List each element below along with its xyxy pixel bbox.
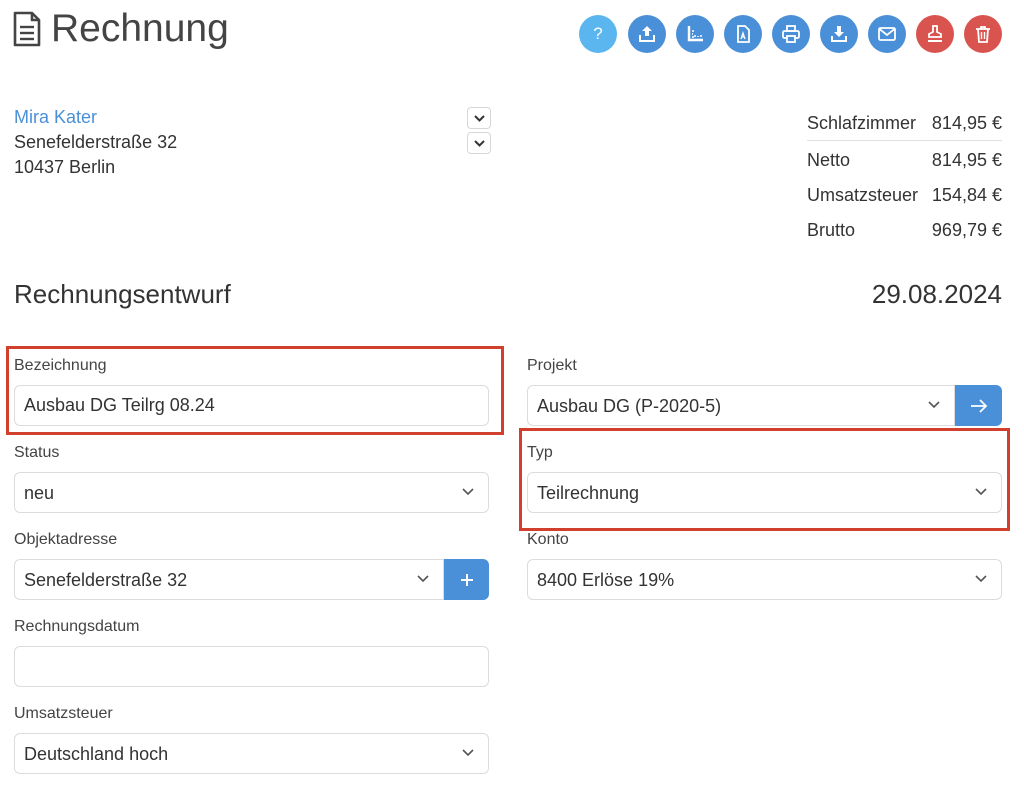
chevron-down-icon (473, 114, 485, 122)
chevron-down-icon (473, 139, 485, 147)
measure-button[interactable] (676, 15, 714, 53)
rechnungsdatum-label: Rechnungsdatum (14, 618, 140, 635)
trash-icon (976, 26, 990, 43)
pdf-icon (737, 25, 750, 43)
bezeichnung-input[interactable] (14, 385, 489, 426)
status-value: neu (24, 483, 55, 503)
chevron-down-icon (975, 488, 987, 496)
email-icon (878, 27, 896, 41)
total-label: Netto (807, 150, 851, 170)
typ-value: Teilrechnung (537, 483, 640, 503)
konto-value: 8400 Erlöse 19% (537, 570, 675, 590)
umsatzsteuer-label: Umsatzsteuer (14, 705, 113, 722)
document-icon (13, 11, 41, 47)
print-button[interactable] (772, 15, 810, 53)
status-select[interactable]: neu (14, 472, 489, 513)
upload-icon (639, 26, 655, 42)
total-value: 814,95 € (931, 150, 1002, 170)
page-title: Rechnung (51, 7, 229, 50)
projekt-value: Ausbau DG (P-2020-5) (537, 396, 722, 416)
totals-divider (807, 140, 1002, 141)
total-value: 814,95 € (931, 113, 1002, 133)
total-value: 969,79 € (931, 220, 1002, 240)
chevron-down-icon (417, 575, 429, 583)
bezeichnung-label: Bezeichnung (14, 357, 107, 374)
customer-city: 10437 Berlin (14, 157, 116, 177)
chevron-down-icon (462, 488, 474, 496)
address-dropdown-button[interactable] (467, 132, 491, 154)
objektadresse-select[interactable]: Senefelderstraße 32 (14, 559, 444, 600)
customer-dropdown-button[interactable] (467, 107, 491, 129)
status-label: Status (14, 444, 60, 461)
total-row-umsatzsteuer: Umsatzsteuer 154,84 € (807, 177, 1002, 212)
total-row-schlafzimmer: Schlafzimmer 814,95 € (807, 105, 1002, 140)
umsatzsteuer-value: Deutschland hoch (24, 744, 169, 764)
question-icon: ? (593, 24, 603, 43)
help-button[interactable]: ? (579, 15, 617, 53)
objektadresse-label: Objektadresse (14, 531, 118, 548)
total-label: Schlafzimmer (807, 113, 917, 133)
projekt-label: Projekt (527, 357, 577, 374)
document-date: 29.08.2024 (871, 279, 1002, 309)
total-label: Umsatzsteuer (807, 185, 919, 205)
arrow-right-icon (970, 398, 987, 413)
total-value: 154,84 € (931, 185, 1002, 205)
add-address-button[interactable] (444, 559, 489, 600)
email-button[interactable] (868, 15, 906, 53)
umsatzsteuer-select[interactable]: Deutschland hoch (14, 733, 489, 774)
total-row-brutto: Brutto 969,79 € (807, 212, 1002, 247)
document-status-title: Rechnungsentwurf (14, 279, 231, 309)
konto-select[interactable]: 8400 Erlöse 19% (527, 559, 1002, 600)
rechnungsdatum-input[interactable] (14, 646, 489, 687)
total-label: Brutto (807, 220, 856, 240)
total-row-netto: Netto 814,95 € (807, 142, 1002, 177)
customer-name-link[interactable]: Mira Kater (14, 107, 97, 128)
stamp-icon (928, 25, 942, 42)
download-button[interactable] (820, 15, 858, 53)
pdf-button[interactable] (724, 15, 762, 53)
customer-street: Senefelderstraße 32 (14, 132, 178, 152)
ruler-icon (687, 26, 703, 42)
chevron-down-icon (975, 575, 987, 583)
stamp-button[interactable] (916, 15, 954, 53)
typ-select[interactable]: Teilrechnung (527, 472, 1002, 513)
konto-label: Konto (527, 531, 569, 548)
download-icon (831, 26, 847, 42)
print-icon (782, 25, 800, 43)
delete-button[interactable] (964, 15, 1002, 53)
plus-icon (460, 573, 473, 586)
projekt-select[interactable]: Ausbau DG (P-2020-5) (527, 385, 955, 426)
typ-label: Typ (527, 444, 553, 461)
chevron-down-icon (928, 401, 940, 409)
objektadresse-value: Senefelderstraße 32 (24, 570, 188, 590)
upload-button[interactable] (628, 15, 666, 53)
chevron-down-icon (462, 749, 474, 757)
open-project-button[interactable] (955, 385, 1002, 426)
